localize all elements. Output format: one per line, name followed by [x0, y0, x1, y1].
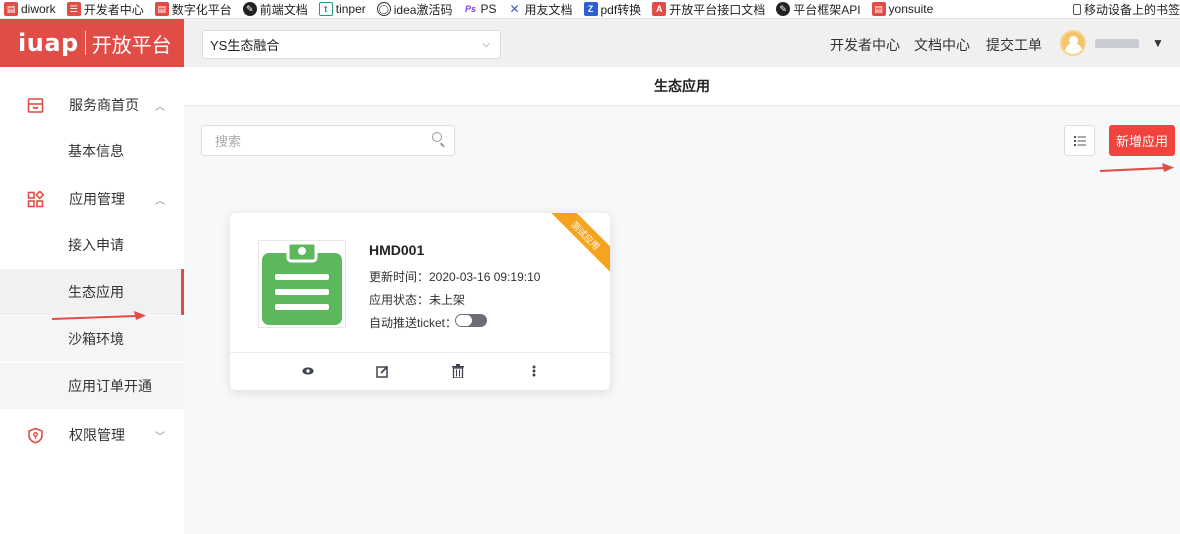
- yonsuite-icon: ▤: [871, 2, 886, 16]
- tenant-select[interactable]: YS生态融合 ⌵: [202, 30, 501, 59]
- clipboard-icon: [262, 241, 342, 325]
- bookmark-yonyou[interactable]: ✕ 用友文档: [507, 1, 573, 18]
- bookmark-diwork[interactable]: ▤ diwork: [4, 2, 56, 16]
- auto-push-label: 自动推送ticket：: [369, 316, 458, 330]
- test-app-ribbon: 测试应用: [545, 213, 610, 276]
- product-name: 开放平台: [91, 34, 172, 57]
- sidebar-group-permissions[interactable]: 权限管理 ﹀: [0, 412, 184, 458]
- bookmark-frontend[interactable]: ✎ 前端文档: [242, 1, 308, 18]
- devcenter-icon: ☰: [66, 2, 81, 16]
- framework-icon: ✎: [776, 2, 791, 16]
- apps-grid-icon: [26, 190, 44, 208]
- bookmark-framework[interactable]: ✎ 平台框架API: [776, 1, 861, 18]
- header-link-devcenter[interactable]: 开发者中心: [830, 35, 900, 55]
- sidebar-group-provider-home[interactable]: 服务商首页 ︿: [0, 82, 184, 128]
- digital-icon: ▤: [154, 2, 169, 16]
- list-icon: [1073, 135, 1086, 146]
- bookmark-devcenter[interactable]: ☰ 开发者中心: [66, 1, 144, 18]
- tinper-icon: t: [318, 2, 333, 16]
- page-title: 生态应用: [184, 67, 1180, 106]
- app-update-time: 更新时间：2020-03-16 09:19:10: [369, 270, 541, 284]
- card-actions: [230, 352, 610, 390]
- app-icon: [258, 240, 346, 328]
- header-link-ticket[interactable]: 提交工单: [986, 35, 1042, 55]
- more-icon[interactable]: [524, 361, 544, 381]
- logo[interactable]: iuap 开放平台: [0, 19, 184, 67]
- header-link-docs[interactable]: 文档中心: [914, 35, 970, 55]
- bookmark-tinper[interactable]: t tinper: [318, 2, 366, 16]
- shield-icon: [26, 426, 44, 444]
- diwork-icon: ▤: [4, 2, 18, 16]
- bookmark-pdf[interactable]: Zpdf转换: [583, 1, 641, 18]
- bookmark-ps[interactable]: Ps PS: [463, 2, 496, 16]
- main-content: 生态应用 搜索 新增应用 测试应用 HMD001 更新时间：2020-03-16…: [184, 67, 1180, 534]
- top-header: YS生态融合 ⌵ 开发者中心 文档中心 提交工单 ▼: [184, 19, 1180, 67]
- delete-icon[interactable]: [448, 361, 468, 381]
- search-input[interactable]: 搜索: [201, 125, 455, 156]
- logo-divider: [84, 31, 86, 55]
- user-name[interactable]: [1095, 39, 1139, 48]
- chevron-up-icon: ︿: [155, 101, 165, 113]
- brand-logo: iuap: [18, 29, 79, 57]
- annotation-arrow-add-app: [1099, 163, 1174, 172]
- chevron-up-icon: ︿: [155, 195, 165, 207]
- yonyou-icon: ✕: [507, 2, 522, 16]
- store-icon: [26, 96, 44, 114]
- ps-icon: Ps: [463, 2, 478, 16]
- add-app-button[interactable]: 新增应用: [1109, 125, 1175, 156]
- mobile-bookmarks[interactable]: 移动设备上的书签: [1066, 0, 1180, 18]
- pdf-icon: Z: [583, 2, 598, 16]
- globe-icon: ◯: [376, 2, 391, 16]
- bookmark-openapi[interactable]: A 开放平台接口文档: [652, 1, 765, 18]
- sidebar: 服务商首页 ︿ 基本信息 应用管理 ︿ 接入申请 生态应用 沙箱环境 应用订单开…: [0, 67, 184, 534]
- search-icon[interactable]: [432, 132, 442, 142]
- chevron-down-icon: ﹀: [155, 431, 165, 443]
- edit-icon[interactable]: [372, 361, 392, 381]
- sidebar-item-basic-info[interactable]: 基本信息: [0, 128, 184, 174]
- phone-icon: [1072, 4, 1081, 15]
- list-view-button[interactable]: [1064, 125, 1095, 156]
- avatar[interactable]: [1060, 30, 1086, 56]
- app-status: 应用状态：未上架: [369, 293, 466, 307]
- sidebar-group-app-management[interactable]: 应用管理 ︿: [0, 176, 184, 222]
- bookmark-yonsuite[interactable]: ▤ yonsuite: [871, 2, 933, 16]
- caret-down-icon[interactable]: ▼: [1152, 36, 1164, 50]
- bookmark-digital[interactable]: ▤ 数字化平台: [154, 1, 232, 18]
- bookmarks-bar: ▤ diwork ☰ 开发者中心 ▤ 数字化平台 ✎ 前端文档 t tinper ◯ ide…: [0, 0, 1180, 19]
- app-card[interactable]: 测试应用 HMD001 更新时间：2020-03-16 09:19:10 应用状…: [230, 213, 610, 390]
- sidebar-item-access-apply[interactable]: 接入申请: [0, 222, 184, 268]
- openapi-icon: A: [652, 2, 667, 16]
- bookmark-idea[interactable]: ◯ idea激活码: [376, 1, 452, 18]
- sidebar-item-app-orders[interactable]: 应用订单开通: [0, 363, 184, 409]
- view-icon[interactable]: [298, 361, 318, 381]
- app-name[interactable]: HMD001: [369, 242, 424, 258]
- annotation-arrow-eco-apps: [51, 311, 146, 320]
- chevron-down-icon: ⌵: [482, 39, 490, 50]
- auto-push-toggle[interactable]: [455, 314, 487, 327]
- frontend-icon: ✎: [242, 2, 257, 16]
